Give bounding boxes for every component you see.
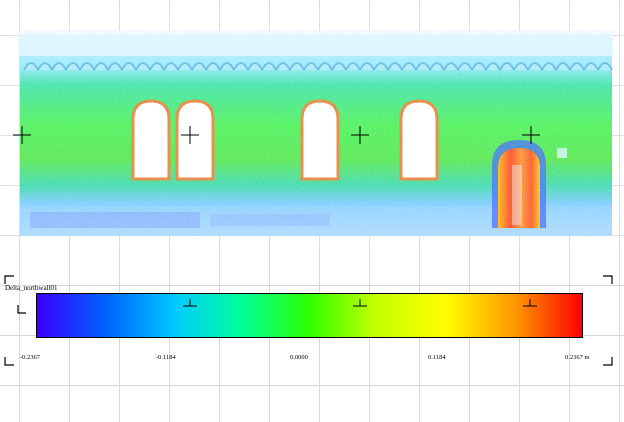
legend-tick-4: 0.1184 xyxy=(428,354,446,361)
wall-scan-image xyxy=(18,30,614,238)
legend-tick-3: 0.0000 xyxy=(290,354,308,361)
frame-corner xyxy=(4,357,14,366)
colorbar xyxy=(36,293,583,338)
legend-tick-2: -0.1184 xyxy=(156,354,176,361)
frame-corner xyxy=(603,357,613,366)
legend-title: Delta_northwall01 xyxy=(5,284,58,292)
legend-tick-min: -0.2367 xyxy=(20,354,41,361)
frame-corner xyxy=(17,305,26,314)
frame-corner xyxy=(603,275,613,284)
frame-corner xyxy=(4,275,14,284)
legend-tick-max: 0.2367 m xyxy=(565,354,590,361)
